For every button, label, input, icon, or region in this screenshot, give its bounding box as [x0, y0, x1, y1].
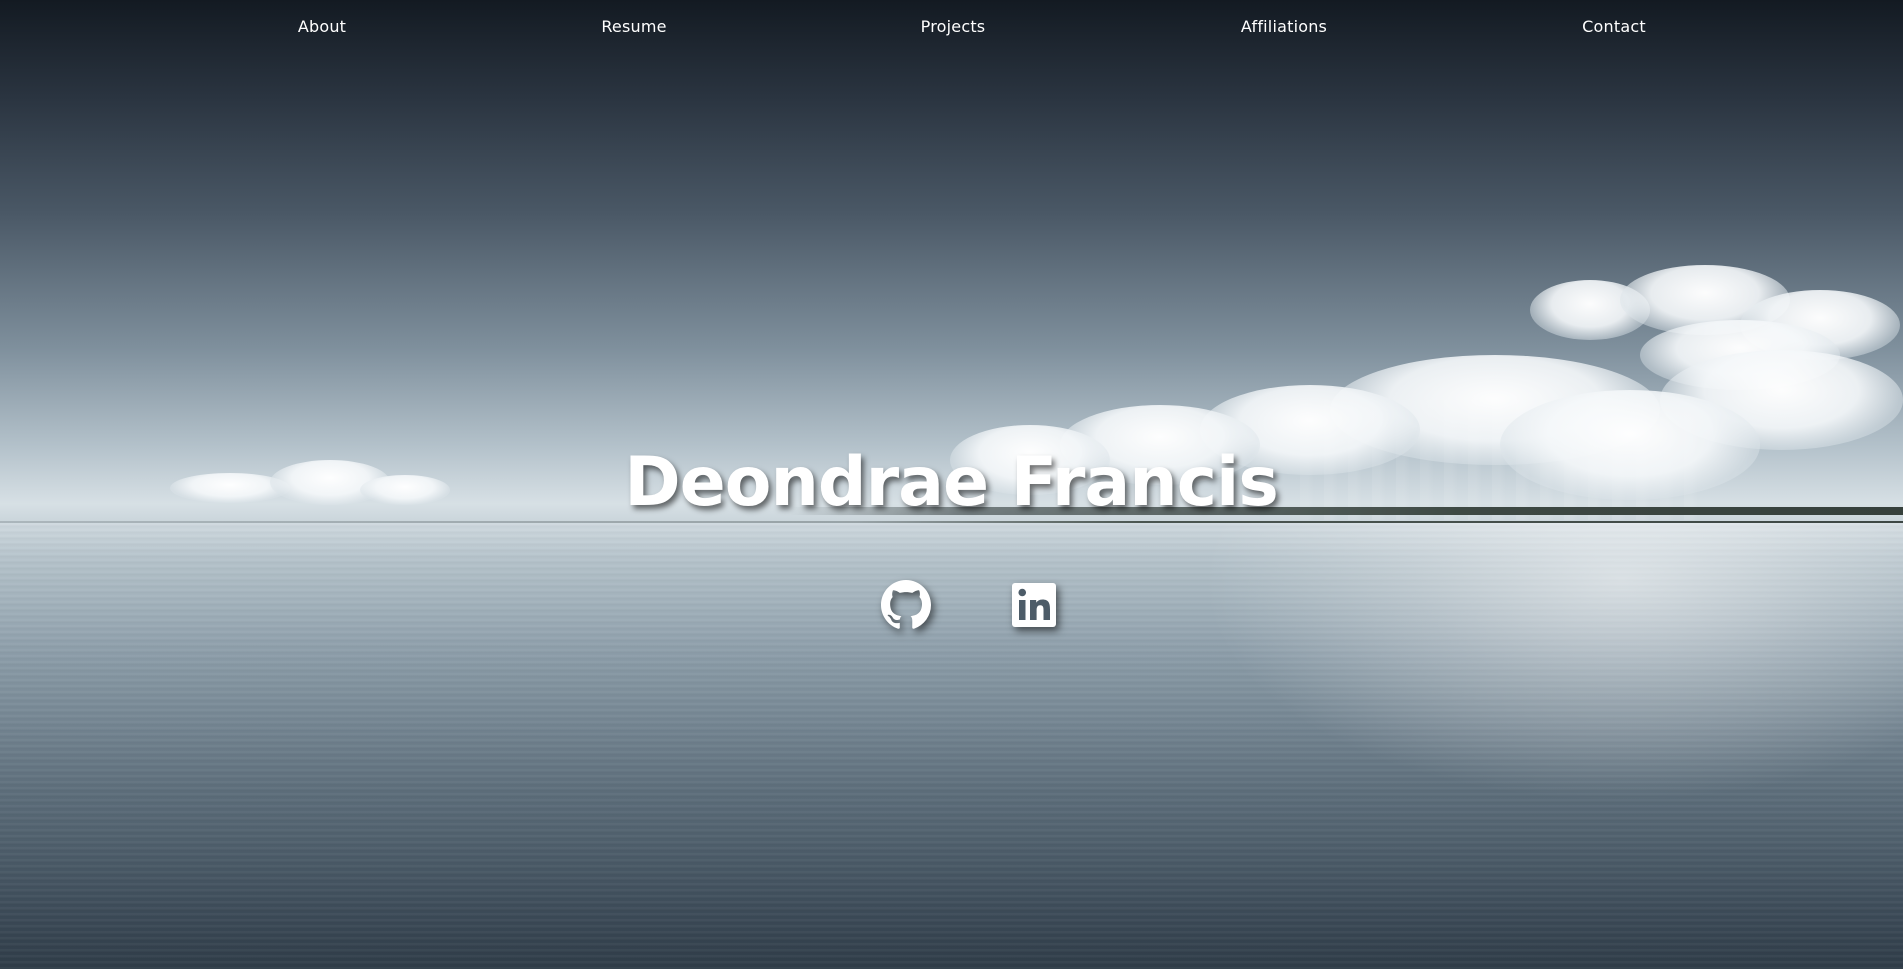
nav-link-projects[interactable]: Projects [921, 17, 986, 36]
page-title: Deondrae Francis [624, 443, 1279, 522]
hero-section: About Resume Projects Affiliations Conta… [0, 0, 1903, 969]
nav-link-about[interactable]: About [298, 17, 346, 36]
github-icon [881, 580, 931, 630]
linkedin-icon [1009, 580, 1059, 630]
nav-link-affiliations[interactable]: Affiliations [1241, 17, 1327, 36]
nav-link-contact[interactable]: Contact [1582, 17, 1646, 36]
github-link[interactable] [881, 580, 931, 630]
top-nav: About Resume Projects Affiliations Conta… [0, 0, 1903, 54]
cloud [1500, 390, 1760, 500]
linkedin-link[interactable] [1009, 580, 1059, 630]
nav-link-resume[interactable]: Resume [601, 17, 666, 36]
sea-reflection [1200, 523, 1903, 803]
cloud [360, 475, 450, 505]
